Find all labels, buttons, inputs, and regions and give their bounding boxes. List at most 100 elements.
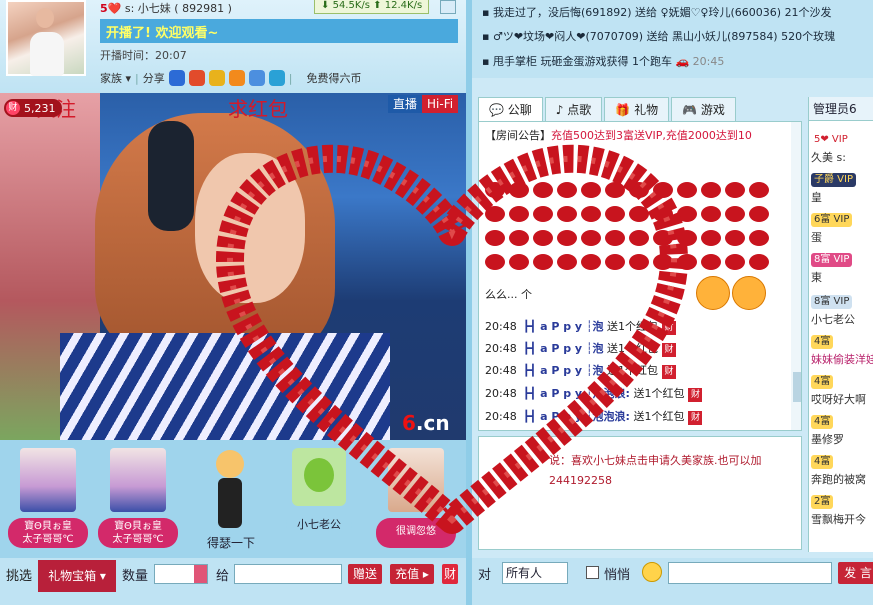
qzone-share-icon[interactable] [268,70,285,86]
music-icon: ♪ [555,103,564,117]
chat-time: 20:48 [485,342,517,355]
user-name: 東 [811,271,822,284]
recipient-input[interactable] [234,564,342,584]
user-name: 妹妹偷装洋娃 [811,353,873,366]
gift-box-dropdown[interactable]: 礼物宝箱 ▾ [38,560,116,592]
left-panel: 5❤️ s: 小七妹 ( 892981 ) ⬇ 54.5K/s ⬆ 12.4K/… [0,0,466,605]
chat-bubble-icon: 💬 [489,103,504,117]
douban-share-icon[interactable] [228,70,245,86]
tab-public-chat[interactable]: 💬 公聊 [478,97,543,121]
user-name: 蛋 [811,231,822,244]
redpack-icon: 财 [662,365,677,379]
tab-label: 公聊 [507,103,532,117]
guest-body [218,478,242,528]
tab-gifts[interactable]: 🎁 礼物 [604,97,670,121]
user-badge: 4富 [811,335,834,349]
family-dropdown[interactable]: 家族 ▾ [100,70,131,86]
free-coins-link[interactable]: 免费得六币 [306,70,361,86]
user-item[interactable]: 4富 奔跑的被窝 [811,453,873,487]
gift-card[interactable]: 很调忽悠 [376,448,456,548]
user-item[interactable]: 2富 雪飘梅开今 [811,493,873,527]
user-item[interactable]: 8富 VIP 東 [811,251,873,285]
speed-settings-button[interactable] [440,0,456,14]
gift-card[interactable]: 寶Θ貝ぉ皇 太子哥哥℃ [8,448,88,548]
whisper-checkbox[interactable] [586,566,599,579]
logo-cn: .cn [415,411,450,435]
tab-label: 游戏 [700,103,725,117]
avatar-dress [30,32,64,76]
scrollbar-thumb[interactable] [793,372,801,402]
redpack-icon: 财 [688,411,703,425]
chat-line: 20:48 ┣┫ a P p y ┆泡 送1个红包财 [485,362,677,379]
upload-icon: ⬆ [373,0,382,11]
user-item[interactable]: 4富 墨修罗 [811,413,873,447]
gift-ribbon: 寶Θ貝ぉ皇 太子哥哥℃ [98,518,178,548]
user-item[interactable]: 4富 哎呀好大啊 [811,373,873,407]
user-item[interactable]: 6富 VIP 蛋 [811,211,873,245]
ticker-item: ▪ 我走过了，没后悔(691892) 送给 ♀妩媚♡♀玲儿(660036) 21… [482,6,832,19]
video-stream[interactable]: 关注 求红包 财 5,231 直播 Hi-Fi 6.cn [0,93,466,440]
live-badge: 直播 Hi-Fi [388,95,459,113]
user-item[interactable]: 4富妹妹偷装洋娃 [811,333,873,367]
host-name[interactable]: s: 小七妹 ( 892981 ) [125,2,232,15]
user-name: 小七老公 [811,313,855,326]
share-label: 分享 [142,72,165,85]
chat-user[interactable]: ┣┫ a P p y ┆泡 [523,320,604,333]
tab-games[interactable]: 🎮 游戏 [671,97,736,121]
hifi-toggle[interactable]: Hi-Fi [422,95,459,113]
wealth-counter: 财 5,231 [4,99,62,117]
user-badge: 4富 [811,455,834,469]
gift-send-bar: 挑选 礼物宝箱 ▾ 数量 给 赠送 充值 ▸ 财 [0,558,466,605]
kaixin-share-icon[interactable] [248,70,265,86]
weibo-share-icon[interactable] [188,70,205,86]
alien-gift[interactable]: 小七老公 [286,448,352,548]
chat-line: 么么... 个 [485,286,532,302]
user-item[interactable]: 子爵 VIP 皇 [811,171,873,205]
quantity-label: 数量 [122,569,149,584]
right-panel: ▪ 我走过了，没后悔(691892) 送给 ♀妩媚♡♀玲儿(660036) 21… [466,0,873,605]
chat-input[interactable] [668,562,832,584]
chat-user[interactable]: ┣┫ a P p y ┆泡泡浪: [523,410,630,423]
alien-icon [292,448,346,506]
guest-avatar[interactable]: 得瑟一下 [200,446,262,552]
send-message-button[interactable]: 发 言 [838,562,873,584]
site-logo: 6.cn [402,411,450,435]
tab-label: 礼物 [634,103,659,117]
tab-admins[interactable]: 管理员6 [809,97,873,121]
send-gift-button[interactable]: 赠送 [348,564,382,584]
emoji-icon[interactable] [642,562,662,582]
chat-message: 送1个红包 [607,342,659,355]
gift-image [388,448,444,512]
coin-button[interactable]: 财 [442,564,458,584]
chat-target-select[interactable]: 所有人 [502,562,568,584]
speed-indicator: ⬇ 54.5K/s ⬆ 12.4K/s [314,0,430,14]
chat-text: 么么... [485,288,518,301]
gift-card[interactable]: 寶Θ貝ぉ皇 太子哥哥℃ [98,448,178,548]
quantity-dropdown-icon[interactable] [194,565,207,583]
chat-user[interactable]: ┣┫ a P p y ┆泡 [523,364,604,377]
kiss-emoji-icon [696,272,770,314]
gamepad-icon: 🎮 [682,103,698,117]
user-badge: 6富 VIP [811,213,853,227]
chat-scrollbar[interactable] [791,122,801,430]
tab-label: 点歌 [567,103,592,117]
star-share-icon[interactable] [208,70,225,86]
ticker-text: ▪ 甩手掌柜 玩砸金蛋游戏获得 1个跑车 [482,55,672,68]
chat-user[interactable]: ┣┫ a P p y ┆泡泡浪: [523,387,630,400]
gift-image [110,448,166,512]
host-avatar[interactable] [6,0,86,76]
start-time: 开播时间：20:07 [100,49,187,62]
user-badge: 4富 [811,375,834,389]
user-item[interactable]: 5❤ VIP 久美 s: [811,131,873,165]
recharge-button[interactable]: 充值 ▸ [390,564,434,584]
ticker-item: ▪ ♂ツ❤坟场❤闷人❤(7070709) 送给 黑山小妖儿(897584) 52… [482,30,836,43]
gift-label: 太子哥哥℃ [112,534,164,545]
chat-input-bar: 对 所有人 悄悄 发 言 [472,558,873,605]
chat-time: 20:48 [485,387,517,400]
chat-user[interactable]: ┣┫ a P p y ┆泡 [523,342,604,355]
notice-tag: 【房间公告】 [485,129,551,142]
user-item[interactable]: 8富 VIP 小七老公 [811,293,873,327]
renren-share-icon[interactable] [168,70,185,86]
tab-song-request[interactable]: ♪ 点歌 [544,97,603,121]
user-badge: 8富 VIP [811,295,853,309]
